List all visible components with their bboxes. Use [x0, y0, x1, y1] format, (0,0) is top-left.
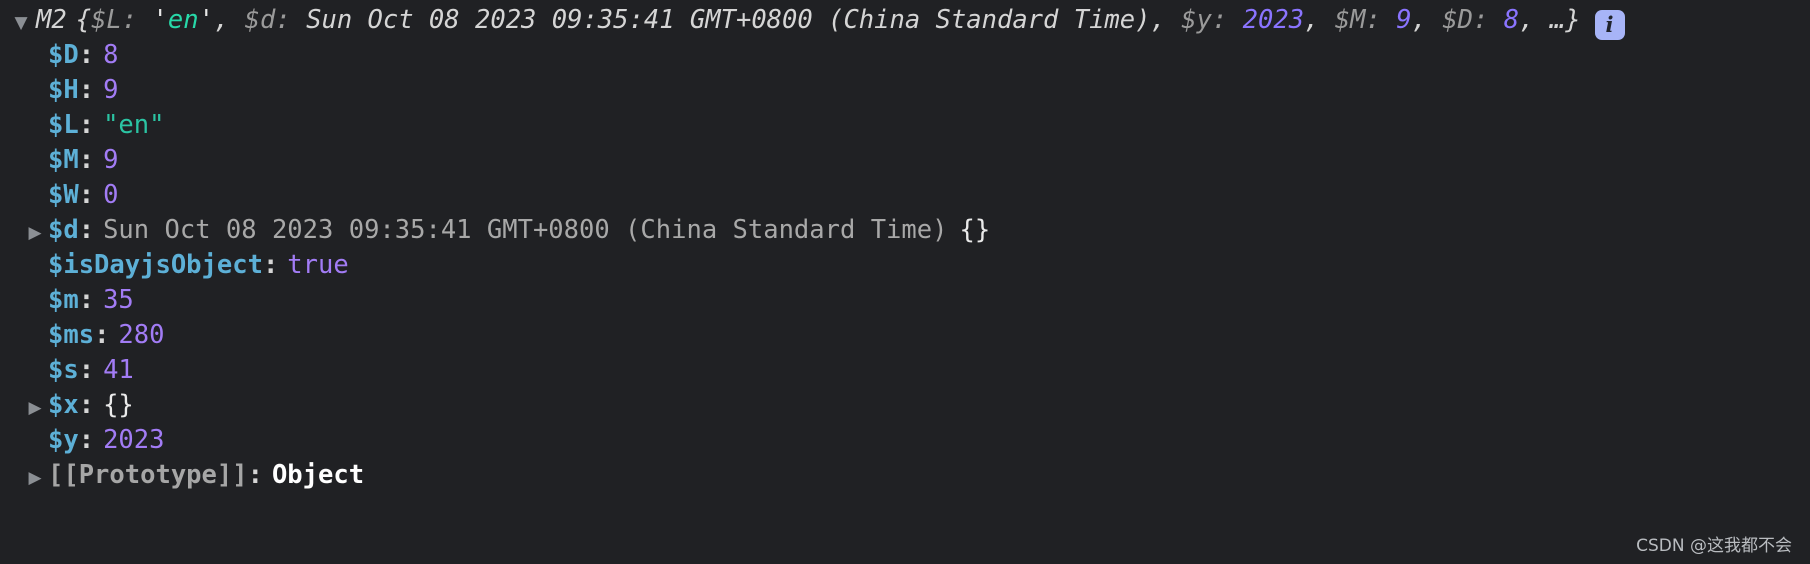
- preview-key-0: $L: [91, 5, 122, 35]
- preview-trailing-0: ,: [213, 5, 245, 35]
- preview-open-brace: {: [75, 5, 92, 35]
- property-name: $W: [48, 180, 79, 210]
- property-name: $isDayjsObject: [48, 250, 263, 280]
- triangle-right-icon[interactable]: [22, 461, 48, 496]
- property-row[interactable]: $x: {}: [0, 388, 1810, 423]
- preview-close-brace: }: [1565, 5, 1581, 35]
- preview-value-4: 8: [1503, 5, 1520, 35]
- property-row[interactable]: $d: Sun Oct 08 2023 09:35:41 GMT+0800 (Ch…: [0, 213, 1810, 248]
- preview-key-1: $d: [244, 5, 276, 35]
- property-name: $M: [48, 145, 79, 175]
- property-name: $ms: [48, 320, 95, 350]
- preview-value-0: en: [167, 5, 199, 35]
- property-separator: :: [262, 250, 279, 280]
- property-row[interactable]: $isDayjsObject: true: [0, 248, 1810, 283]
- property-value: 8: [103, 40, 119, 70]
- preview-trailing-3: ,: [1411, 5, 1443, 35]
- preview-value-3: 9: [1396, 5, 1412, 35]
- property-value: {}: [103, 390, 134, 420]
- property-separator: :: [94, 320, 110, 350]
- property-row[interactable]: $L: "en": [0, 108, 1810, 143]
- property-value: 41: [103, 355, 134, 385]
- preview-quote-open-0: ': [152, 5, 168, 35]
- property-name: $y: [48, 425, 79, 455]
- preview-trailing-4: ,: [1519, 5, 1550, 35]
- property-value: 35: [103, 285, 134, 315]
- property-list: $D:8$H:9$L:"en"$M:9$W:0$d:Sun Oct 08 202…: [0, 38, 1810, 493]
- object-header-row[interactable]: M2 { $L : ' en ' , $d : Sun Oct 08 2023 …: [0, 3, 1810, 41]
- property-row[interactable]: $s:41: [0, 353, 1810, 388]
- property-separator: :: [78, 180, 95, 210]
- property-separator: :: [78, 145, 95, 175]
- preview-key-3: $M: [1334, 5, 1366, 35]
- property-value: Sun Oct 08 2023 09:35:41 GMT+0800 (China…: [103, 215, 948, 245]
- property-name: $L: [48, 110, 79, 140]
- property-value: "en": [103, 110, 165, 140]
- preview-ellipsis: …: [1549, 5, 1566, 35]
- triangle-right-icon[interactable]: [22, 391, 48, 426]
- preview-sep-2: :: [1211, 5, 1243, 35]
- property-name: $d: [48, 215, 79, 245]
- triangle-right-icon[interactable]: [22, 216, 48, 251]
- console-object-inspector: M2 { $L : ' en ' , $d : Sun Oct 08 2023 …: [0, 0, 1810, 564]
- property-value: 280: [118, 320, 165, 350]
- preview-key-4: $D: [1442, 5, 1474, 35]
- preview-sep-4: :: [1473, 5, 1504, 35]
- property-separator: :: [78, 355, 95, 385]
- triangle-down-icon[interactable]: [6, 6, 36, 41]
- property-row[interactable]: $m:35: [0, 283, 1810, 318]
- preview-sep-1: :: [275, 5, 307, 35]
- property-row[interactable]: $H:9: [0, 73, 1810, 108]
- property-value: 0: [103, 180, 119, 210]
- property-row[interactable]: [[Prototype]]: Object: [0, 458, 1810, 493]
- property-value-suffix: {}: [959, 215, 991, 245]
- property-separator: :: [247, 460, 263, 490]
- preview-sep-3: :: [1365, 5, 1397, 35]
- preview-key-2: $y: [1181, 5, 1212, 35]
- property-separator: :: [78, 425, 95, 455]
- property-separator: :: [78, 110, 95, 140]
- property-value: Object: [271, 460, 365, 490]
- property-separator: :: [78, 390, 95, 420]
- preview-value-2: 2023: [1242, 5, 1305, 35]
- property-separator: :: [78, 40, 95, 70]
- property-row[interactable]: $ms:280: [0, 318, 1810, 353]
- object-constructor-name: M2: [36, 5, 67, 35]
- property-name: $s: [48, 355, 79, 385]
- info-icon[interactable]: i: [1594, 10, 1625, 40]
- property-value: 2023: [103, 425, 165, 455]
- property-separator: :: [78, 285, 95, 315]
- property-name: $H: [48, 75, 79, 105]
- property-row[interactable]: $W:0: [0, 178, 1810, 213]
- property-row[interactable]: $M:9: [0, 143, 1810, 178]
- property-value: true: [287, 250, 349, 280]
- preview-trailing-1: ,: [1150, 5, 1182, 35]
- property-value: 9: [103, 75, 119, 105]
- property-name: $x: [48, 390, 79, 420]
- preview-value-1: Sun Oct 08 2023 09:35:41 GMT+0800 (China…: [306, 5, 1151, 35]
- preview-sep-0: :: [121, 5, 153, 35]
- watermark-text: CSDN @这我都不会: [1636, 536, 1792, 556]
- property-row[interactable]: $D:8: [0, 38, 1810, 73]
- preview-trailing-2: ,: [1304, 5, 1335, 35]
- property-name: [[Prototype]]: [48, 460, 248, 490]
- property-name: $D: [48, 40, 79, 70]
- preview-quote-close-0: ': [198, 5, 214, 35]
- property-separator: :: [78, 75, 95, 105]
- property-value: 9: [103, 145, 119, 175]
- property-name: $m: [48, 285, 79, 315]
- property-row[interactable]: $y:2023: [0, 423, 1810, 458]
- property-separator: :: [78, 215, 95, 245]
